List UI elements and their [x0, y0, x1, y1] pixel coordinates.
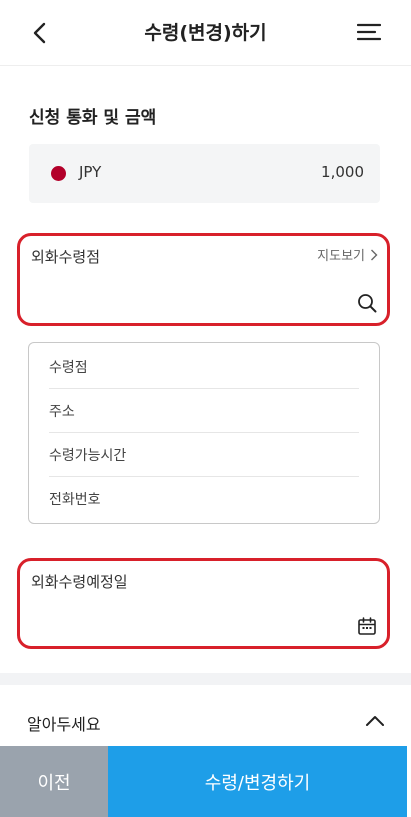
hamburger-menu-icon[interactable]	[357, 22, 381, 42]
calendar-icon[interactable]	[357, 616, 377, 636]
info-row-branch: 수령점	[49, 345, 359, 389]
japan-flag-icon	[51, 166, 66, 181]
chevron-up-icon[interactable]	[365, 714, 385, 728]
search-icon[interactable]	[357, 293, 377, 313]
app-header: 수령(변경)하기	[0, 0, 411, 66]
branch-search-input[interactable]	[31, 286, 347, 310]
map-view-link[interactable]: 지도보기	[317, 245, 378, 264]
submit-change-button[interactable]: 수령/변경하기	[108, 746, 407, 817]
notice-title[interactable]: 알아두세요	[27, 711, 101, 735]
currency-code: JPY	[79, 163, 102, 181]
prev-button[interactable]: 이전	[0, 746, 108, 817]
info-row-hours: 수령가능시간	[49, 433, 359, 477]
currency-amount-box: JPY 1,000	[29, 144, 380, 203]
branch-field-label: 외화수령점	[31, 248, 101, 266]
chevron-right-icon	[371, 249, 378, 260]
currency-amount: 1,000	[321, 163, 364, 181]
info-row-address: 주소	[49, 389, 359, 433]
info-row-phone: 전화번호	[49, 492, 101, 508]
branch-info-box: 수령점 주소 수령가능시간 전화번호	[28, 342, 380, 524]
page-title: 수령(변경)하기	[144, 22, 267, 44]
pickup-date-field[interactable]: 외화수령예정일	[17, 558, 390, 649]
date-field-label: 외화수령예정일	[31, 573, 128, 591]
section-divider	[0, 673, 411, 685]
section-title-currency: 신청 통화 및 금액	[29, 108, 157, 128]
map-view-label: 지도보기	[317, 249, 365, 264]
pickup-date-input[interactable]	[31, 611, 347, 635]
branch-search-field[interactable]: 외화수령점 지도보기	[17, 233, 390, 326]
